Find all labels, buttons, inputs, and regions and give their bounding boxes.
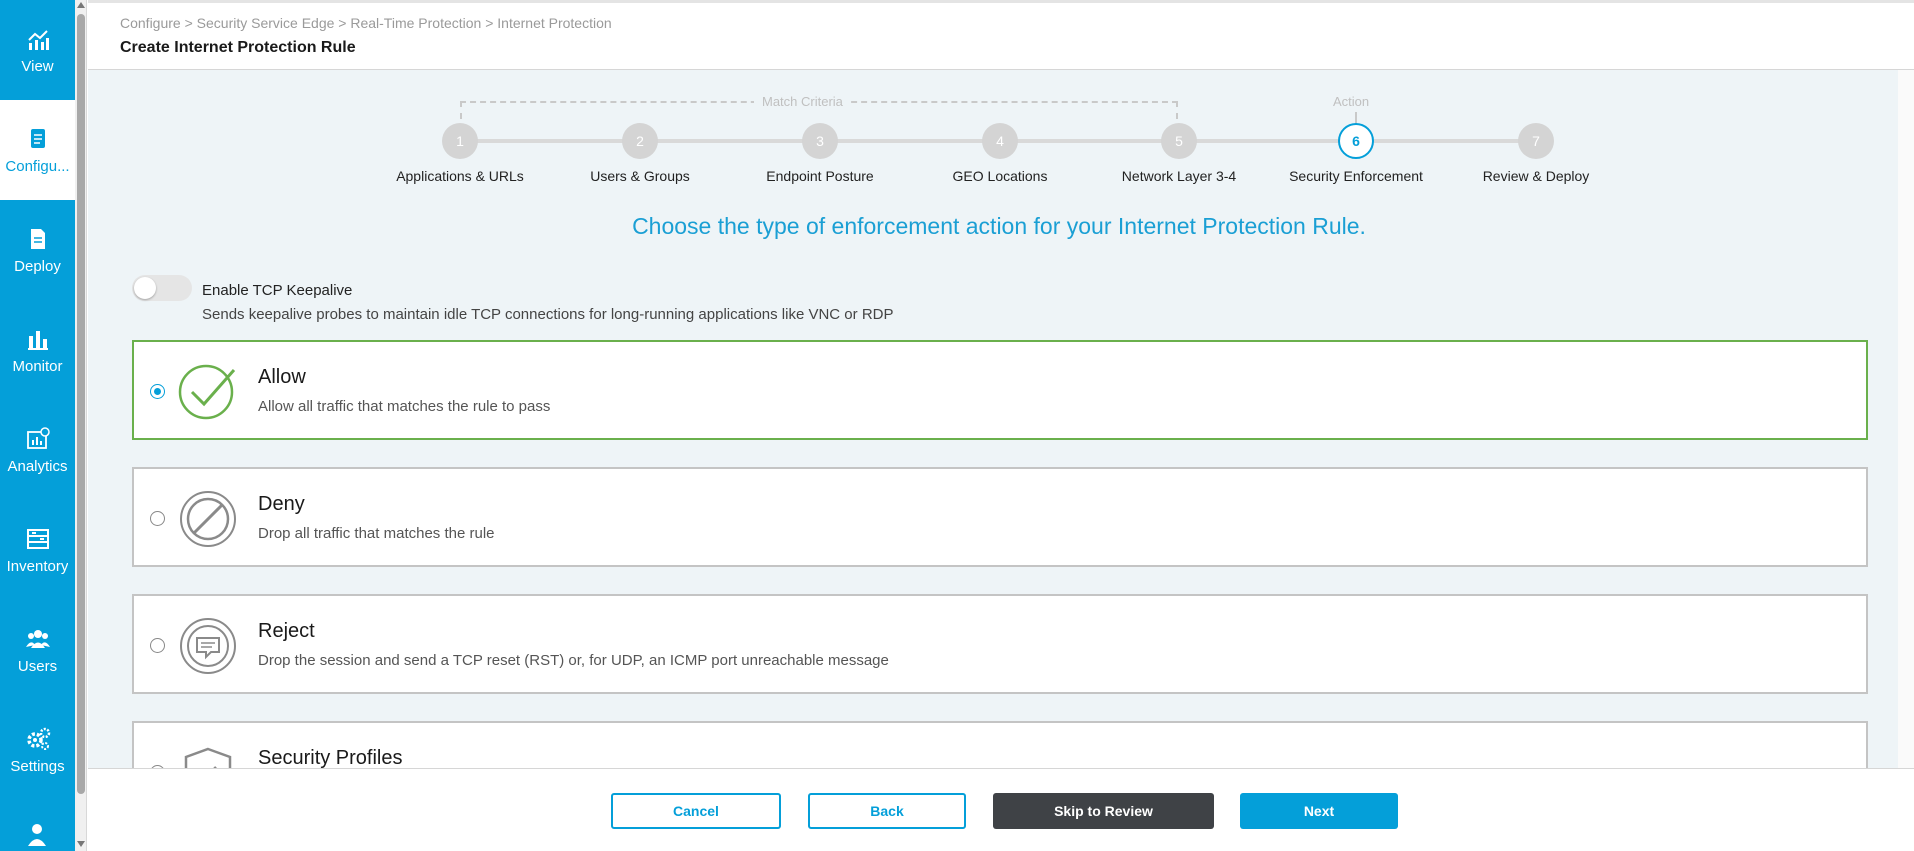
content-scrollbar[interactable] [1898, 70, 1914, 768]
scroll-down-arrow-icon[interactable] [77, 841, 85, 847]
nav-item-inventory[interactable]: Inventory [0, 500, 75, 600]
monitor-bar-chart-icon [25, 326, 51, 352]
deploy-document-icon [25, 226, 51, 252]
nav-label: Settings [10, 757, 65, 775]
step-6-label[interactable]: Security Enforcement [1266, 168, 1446, 184]
back-button[interactable]: Back [808, 793, 966, 829]
nav-label: Deploy [14, 257, 61, 275]
nav-label: Analytics [7, 457, 68, 475]
action-card-allow[interactable]: Allow Allow all traffic that matches the… [132, 340, 1868, 440]
nav-label: Users [17, 657, 58, 675]
stepper-track [460, 139, 1360, 143]
skip-to-review-button[interactable]: Skip to Review [993, 793, 1214, 829]
step-5-label[interactable]: Network Layer 3-4 [1089, 168, 1269, 184]
page-title: Create Internet Protection Rule [120, 39, 356, 56]
analytics-icon [25, 426, 51, 452]
cancel-button[interactable]: Cancel [611, 793, 781, 829]
enforcement-prompt: Choose the type of enforcement action fo… [632, 213, 1366, 239]
reject-message-icon [178, 616, 238, 676]
nav-item-account[interactable] [0, 800, 75, 851]
action-title: Allow [258, 366, 306, 388]
tcp-keepalive-description: Sends keepalive probes to maintain idle … [202, 306, 894, 323]
nav-label: Monitor [12, 357, 63, 375]
action-description: Allow all traffic that matches the rule … [258, 398, 551, 415]
configure-document-icon [25, 126, 51, 152]
wizard-content: Match Criteria Action 1 2 3 4 5 6 7 Appl… [88, 70, 1898, 768]
step-7-label[interactable]: Review & Deploy [1446, 168, 1626, 184]
nav-item-configure[interactable]: Configu... [0, 100, 75, 200]
action-title: Reject [258, 620, 315, 642]
wizard-stepper: Match Criteria Action 1 2 3 4 5 6 7 Appl… [88, 70, 1898, 200]
nav-item-users[interactable]: Users [0, 600, 75, 700]
nav-item-analytics[interactable]: Analytics [0, 400, 75, 500]
action-description: Drop all traffic that matches the rule [258, 525, 495, 542]
page-header: Configure > Security Service Edge > Real… [88, 0, 1914, 70]
left-nav: View Configu... Deploy Monitor Analytics… [0, 0, 75, 851]
view-chart-icon [25, 26, 51, 52]
inventory-icon [25, 526, 51, 552]
deny-radio[interactable] [150, 511, 165, 526]
step-6-circle-current[interactable]: 6 [1338, 123, 1374, 159]
nav-item-monitor[interactable]: Monitor [0, 300, 75, 400]
security-profile-shield-icon [178, 743, 238, 768]
stepper-track-end [1360, 139, 1540, 143]
reject-radio[interactable] [150, 638, 165, 653]
nav-item-settings[interactable]: Settings [0, 700, 75, 800]
step-5-circle[interactable]: 5 [1161, 123, 1197, 159]
step-3-circle[interactable]: 3 [802, 123, 838, 159]
action-label: Action [1333, 94, 1370, 109]
next-button[interactable]: Next [1240, 793, 1398, 829]
toggle-knob [134, 277, 156, 299]
match-criteria-label: Match Criteria [754, 94, 851, 109]
nav-item-deploy[interactable]: Deploy [0, 200, 75, 300]
step-4-circle[interactable]: 4 [982, 123, 1018, 159]
settings-gears-icon [25, 726, 51, 752]
step-2-circle[interactable]: 2 [622, 123, 658, 159]
allow-check-icon [178, 362, 238, 422]
step-3-label[interactable]: Endpoint Posture [730, 168, 910, 184]
step-7-circle[interactable]: 7 [1518, 123, 1554, 159]
step-2-label[interactable]: Users & Groups [550, 168, 730, 184]
step-1-label[interactable]: Applications & URLs [370, 168, 550, 184]
step-1-circle[interactable]: 1 [442, 123, 478, 159]
nav-label: Configu... [5, 157, 70, 175]
action-title: Deny [258, 493, 305, 515]
nav-label: View [21, 57, 54, 75]
tcp-keepalive-toggle[interactable] [132, 275, 192, 301]
action-card-deny[interactable]: Deny Drop all traffic that matches the r… [132, 467, 1868, 567]
action-description: Drop the session and send a TCP reset (R… [258, 652, 889, 669]
scrollbar-thumb[interactable] [77, 14, 85, 794]
allow-radio[interactable] [150, 384, 165, 399]
tcp-keepalive-setting: Enable TCP Keepalive Sends keepalive pro… [132, 275, 1032, 335]
nav-item-view[interactable]: View [0, 0, 75, 100]
deny-block-icon [178, 489, 238, 549]
step-4-label[interactable]: GEO Locations [910, 168, 1090, 184]
breadcrumb[interactable]: Configure > Security Service Edge > Real… [120, 15, 612, 31]
scroll-up-arrow-icon[interactable] [77, 2, 85, 8]
nav-scrollbar[interactable] [75, 0, 87, 851]
nav-label: Inventory [6, 557, 69, 575]
tcp-keepalive-label: Enable TCP Keepalive [202, 282, 353, 299]
wizard-footer: Cancel Back Skip to Review Next [88, 768, 1914, 851]
action-card-security-profiles[interactable]: Security Profiles [132, 721, 1868, 768]
action-title: Security Profiles [258, 747, 403, 768]
user-profile-icon [25, 820, 51, 846]
action-card-reject[interactable]: Reject Drop the session and send a TCP r… [132, 594, 1868, 694]
users-icon [25, 626, 51, 652]
